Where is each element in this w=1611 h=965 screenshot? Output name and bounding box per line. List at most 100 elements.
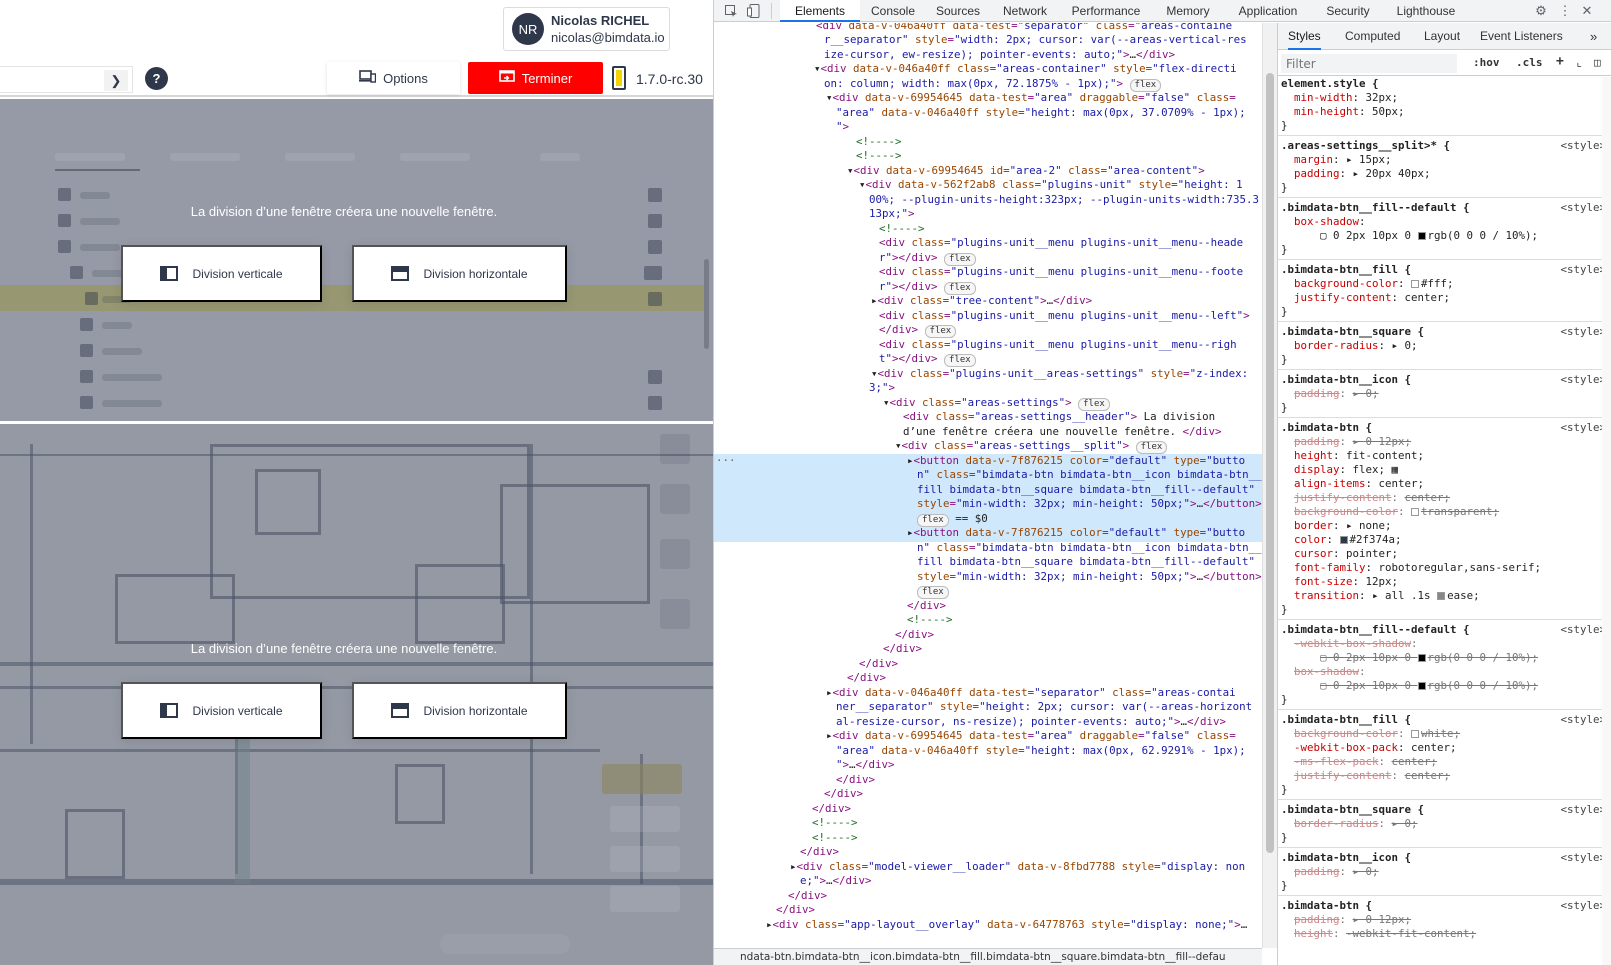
tab-layout[interactable]: Layout — [1424, 23, 1460, 50]
dom-line[interactable]: ▾<div data-v-562f2ab8 class="plugins-uni… — [714, 178, 1262, 193]
dom-breadcrumb[interactable]: ndata-btn.bimdata-btn__icon.bimdata-btn_… — [714, 948, 1262, 965]
dom-line[interactable]: t"></div> flex — [714, 352, 1262, 367]
dom-line-selected[interactable]: flex == $0 — [714, 512, 1262, 527]
style-declaration[interactable]: justify-content: center; — [1281, 291, 1606, 305]
tab-memory[interactable]: Memory — [1153, 0, 1223, 22]
help-button[interactable]: ? — [145, 67, 168, 90]
expand-button[interactable]: ❯ — [104, 70, 128, 91]
dom-line[interactable]: </div> — [714, 599, 1262, 614]
style-declaration[interactable]: display: flex; ▦ — [1281, 463, 1606, 477]
style-rule-selector[interactable]: .bimdata-btn {<style> — [1281, 899, 1606, 913]
tab-performance[interactable]: Performance — [1060, 0, 1152, 22]
dom-line-selected[interactable]: n" class="bimdata-btn bimdata-btn__icon … — [714, 468, 1262, 483]
close-icon[interactable]: ✕ — [1580, 3, 1594, 18]
dom-line[interactable]: al-resize-cursor, ns-resize); pointer-ev… — [714, 715, 1262, 730]
dom-line[interactable]: flex — [714, 584, 1262, 599]
dom-line[interactable]: ner__separator" style="height: 2px; curs… — [714, 700, 1262, 715]
style-rule-selector[interactable]: .bimdata-btn__fill {<style> — [1281, 713, 1606, 727]
style-declaration-overridden[interactable]: ▢ 0 2px 10px 0 rgb(0 0 0 / 10%); — [1281, 651, 1606, 665]
dom-scroll-thumb[interactable] — [1266, 73, 1274, 853]
dom-line[interactable]: </div> — [714, 773, 1262, 788]
style-declaration[interactable]: font-family: robotoregular,sans-serif; — [1281, 561, 1606, 575]
vertical-split-button[interactable]: Division verticale — [121, 245, 322, 302]
dom-line[interactable]: </div> — [714, 802, 1262, 817]
tab-elements[interactable]: Elements — [780, 0, 860, 22]
style-rule-selector[interactable]: .areas-settings__split>* {<style> — [1281, 139, 1606, 153]
dom-line-selected[interactable]: style="min-width: 32px; min-height: 50px… — [714, 497, 1262, 512]
dom-line[interactable]: </div> — [714, 657, 1262, 672]
dom-line[interactable]: <!----> — [714, 613, 1262, 628]
project-selector[interactable]: ❯ — [0, 66, 133, 93]
dom-line[interactable]: 13px;"> — [714, 207, 1262, 222]
dom-line[interactable]: <!----> — [714, 831, 1262, 846]
dom-line[interactable]: r"></div> flex — [714, 251, 1262, 266]
dom-line[interactable]: </div> — [714, 787, 1262, 802]
dom-line[interactable]: </div> — [714, 889, 1262, 904]
dom-line[interactable]: ▾<div data-v-69954645 id="area-2" class=… — [714, 164, 1262, 179]
style-declaration[interactable]: -webkit-box-pack: center; — [1281, 741, 1606, 755]
style-declaration-overridden[interactable]: padding: ▸ 0; — [1281, 865, 1606, 879]
dom-line[interactable]: <div class="plugins-unit__menu plugins-u… — [714, 338, 1262, 353]
style-rule-selector[interactable]: element.style { — [1281, 77, 1606, 91]
dom-line[interactable]: ▾<div class="areas-settings__split"> fle… — [714, 439, 1262, 454]
style-declaration[interactable]: color: #2f374a; — [1281, 533, 1606, 547]
tab-lighthouse[interactable]: Lighthouse — [1384, 0, 1468, 22]
style-declaration[interactable]: min-height: 50px; — [1281, 105, 1606, 119]
style-rule-selector[interactable]: .bimdata-btn__icon {<style> — [1281, 851, 1606, 865]
dom-line[interactable]: ▸<div class="tree-content">…</div> — [714, 294, 1262, 309]
vertical-split-button[interactable]: Division verticale — [121, 682, 322, 739]
dom-line[interactable]: r__separator" style="width: 2px; cursor:… — [714, 33, 1262, 48]
dom-line[interactable]: <!----> — [714, 222, 1262, 237]
dom-line[interactable]: ▾<div data-v-69954645 data-test="area" d… — [714, 91, 1262, 106]
styles-scrollbar[interactable] — [1602, 77, 1611, 965]
style-declaration-overridden[interactable]: background-color: white; — [1281, 727, 1606, 741]
dom-line[interactable]: ▸<div data-v-046a40ff data-test="separat… — [714, 686, 1262, 701]
tab-event-listeners[interactable]: Event Listeners — [1480, 23, 1563, 50]
style-declaration[interactable]: transition: ▸ all .1s ease; — [1281, 589, 1606, 603]
dom-line[interactable]: ▾<div class="plugins-unit__areas-setting… — [714, 367, 1262, 382]
dom-line[interactable]: ▾<div data-v-046a40ff class="areas-conta… — [714, 62, 1262, 77]
dom-line-selected[interactable]: fill bimdata-btn__square bimdata-btn__fi… — [714, 483, 1262, 498]
style-declaration[interactable]: cursor: pointer; — [1281, 547, 1606, 561]
dom-tree[interactable]: <div data-v-046a40ff data-test="separato… — [714, 23, 1262, 948]
dom-line[interactable]: 00%; --plugin-units-height:323px; --plug… — [714, 193, 1262, 208]
dom-line[interactable]: <div class="plugins-unit__menu plugins-u… — [714, 236, 1262, 251]
style-declaration-overridden[interactable]: justify-content: center; — [1281, 769, 1606, 783]
options-button[interactable]: Options — [327, 62, 460, 94]
dom-line-selected[interactable]: ▸<button data-v-7f876215 color="default"… — [714, 454, 1262, 469]
dom-line[interactable]: ▸<button data-v-7f876215 color="default"… — [714, 526, 1262, 541]
inspect-element-icon[interactable] — [724, 4, 738, 18]
toggle-sidebar-icon[interactable]: ◫ — [1594, 56, 1601, 69]
style-rule-selector[interactable]: .bimdata-btn__fill--default {<style> — [1281, 201, 1606, 215]
add-rule-icon[interactable]: + — [1556, 54, 1564, 69]
style-declaration-overridden[interactable]: justify-content: center; — [1281, 491, 1606, 505]
style-declaration-overridden[interactable]: -webkit-box-shadow: — [1281, 637, 1606, 651]
style-declaration-overridden[interactable]: padding: ▸ 0 12px; — [1281, 435, 1606, 449]
dom-line[interactable]: "area" data-v-046a40ff style="height: ma… — [714, 106, 1262, 121]
dom-line[interactable]: <div class="plugins-unit__menu plugins-u… — [714, 265, 1262, 280]
dom-line[interactable]: </div> — [714, 628, 1262, 643]
dom-line[interactable]: <!----> — [714, 816, 1262, 831]
dom-line[interactable]: ▸<div data-v-69954645 data-test="area" d… — [714, 729, 1262, 744]
dom-line[interactable]: </div> flex — [714, 323, 1262, 338]
style-declaration-overridden[interactable]: padding: ▸ 0 12px; — [1281, 913, 1606, 927]
dom-line[interactable]: style="min-width: 32px; min-height: 50px… — [714, 570, 1262, 585]
dom-line[interactable]: d’une fenêtre créera une nouvelle fenêtr… — [714, 425, 1262, 440]
dom-line[interactable]: fill bimdata-btn__square bimdata-btn__fi… — [714, 555, 1262, 570]
dom-line[interactable]: <!----> — [714, 149, 1262, 164]
more-tabs-icon[interactable]: » — [1590, 23, 1597, 50]
dom-line[interactable]: 3;"> — [714, 381, 1262, 396]
style-rule-selector[interactable]: .bimdata-btn__fill {<style> — [1281, 263, 1606, 277]
dom-line[interactable]: <div class="areas-settings__header"> La … — [714, 410, 1262, 425]
style-declaration-overridden[interactable]: padding: ▸ 0; — [1281, 387, 1606, 401]
dom-line[interactable]: </div> — [714, 642, 1262, 657]
kebab-menu-icon[interactable]: ⋮ — [1558, 3, 1572, 18]
dom-line[interactable]: ize-cursor, ew-resize); pointer-events: … — [714, 48, 1262, 63]
dom-line[interactable]: ▾<div class="areas-settings"> flex — [714, 396, 1262, 411]
style-rule-selector[interactable]: .bimdata-btn__square {<style> — [1281, 803, 1606, 817]
dom-line[interactable]: ▸<div class="model-viewer__loader" data-… — [714, 860, 1262, 875]
dom-line[interactable]: e;">…</div> — [714, 874, 1262, 889]
style-declaration[interactable]: padding: ▸ 20px 40px; — [1281, 167, 1606, 181]
style-declaration[interactable]: background-color: #fff; — [1281, 277, 1606, 291]
device-toolbar-icon[interactable] — [746, 4, 760, 18]
